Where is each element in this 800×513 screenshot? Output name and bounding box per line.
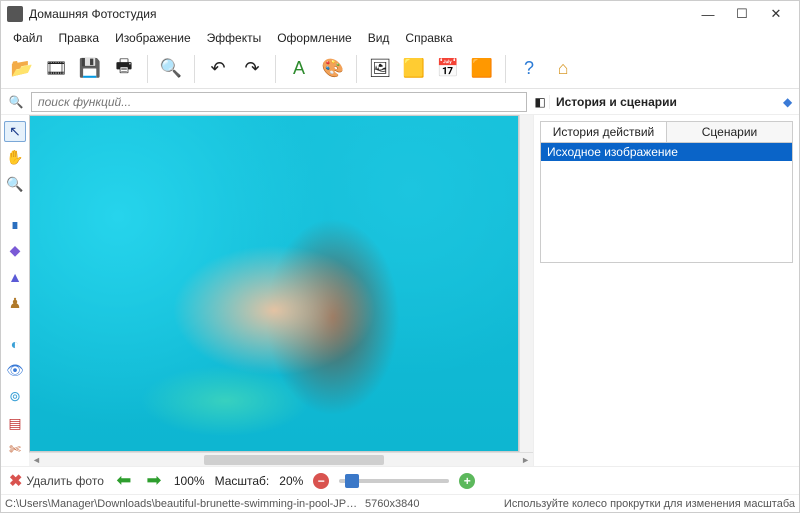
menu-файл[interactable]: Файл [7,29,49,47]
text-icon[interactable]: A [284,54,314,84]
image-tool-icon[interactable]: 🖼 [365,54,395,84]
palette-icon[interactable]: 🎨 [318,54,348,84]
tab-scenarios[interactable]: Сценарии [667,122,792,142]
open-icon[interactable]: 📂 [7,54,37,84]
titlebar: Домашняя Фотостудия — ☐ ✕ [1,1,799,27]
menu-изображение[interactable]: Изображение [109,29,197,47]
menu-справка[interactable]: Справка [399,29,458,47]
panel-toggle-icon[interactable]: ◧ [531,95,549,109]
menubar: ФайлПравкаИзображениеЭффектыОформление Ви… [1,27,799,49]
menu-оформление[interactable]: Оформление [271,29,357,47]
effects-wheel-icon[interactable]: 🎞 [41,54,71,84]
calendar-icon[interactable]: 📅 [433,54,463,84]
delete-photo-label: Удалить фото [26,474,103,488]
search-input[interactable] [31,92,527,112]
toolbar-separator [275,55,276,83]
history-panel: История действийСценарии Исходное изобра… [533,115,799,466]
history-list[interactable]: Исходное изображение [540,143,793,263]
search-page-icon[interactable]: 🔍 [156,54,186,84]
delete-icon: ✖ [9,471,22,491]
frame-icon[interactable]: 🟨 [399,54,429,84]
menu-правка[interactable]: Правка [53,29,106,47]
save-icon[interactable]: 💾 [75,54,105,84]
undo-icon[interactable]: ↶ [203,54,233,84]
levels-icon[interactable]: ▤ [4,413,26,434]
bottom-bar: ✖ Удалить фото ⬅ ➡ 100% Масштаб: 20% − + [1,466,799,494]
next-arrow-button[interactable]: ➡ [144,472,164,490]
pointer-icon[interactable]: ↖ [4,121,26,142]
history-panel-title: История и сценарии [549,95,783,109]
status-path: C:\Users\Manager\Downloads\beautiful-bru… [5,498,365,510]
collage-icon[interactable]: 🟧 [467,54,497,84]
crop-icon[interactable]: ✄ [4,439,26,460]
prev-arrow-button[interactable]: ⬅ [114,472,134,490]
delete-photo-button[interactable]: ✖ Удалить фото [9,471,104,491]
horizontal-scrollbar[interactable] [29,452,533,466]
left-toolbox: ↖ ✋ 🔍 ∎ ◆ ▲ ♟ ◐ 👁 ⊚ ▤ ✄ [1,115,29,466]
drop-icon[interactable]: ◆ [4,240,26,261]
ellipse-icon[interactable]: ◐ [4,333,26,354]
zoom-out-button[interactable]: − [313,473,329,489]
scale-label: Масштаб: [215,474,270,488]
status-hint: Используйте колесо прокрутки для изменен… [485,498,795,510]
maximize-button[interactable]: ☐ [725,3,759,25]
toolbar-separator [356,55,357,83]
close-button[interactable]: ✕ [759,3,793,25]
eye-icon[interactable]: 👁 [4,360,26,381]
brush-icon[interactable]: ∎ [4,214,26,235]
menu-вид[interactable]: Вид [362,29,396,47]
panel-pin-icon[interactable]: ◆ [783,95,799,109]
app-icon [7,6,23,22]
photo-image [30,116,518,451]
home-icon[interactable]: ⌂ [548,54,578,84]
zoom-icon[interactable]: 🔍 [4,174,26,195]
help-icon[interactable]: ? [514,54,544,84]
status-dimensions: 5760x3840 [365,498,485,510]
tab-history[interactable]: История действий [541,122,667,142]
minimize-button[interactable]: — [691,3,725,25]
hand-icon[interactable]: ✋ [4,148,26,169]
window-title: Домашняя Фотостудия [29,7,691,21]
search-icon[interactable]: 🔍 [5,91,27,113]
stamp-icon[interactable]: ♟ [4,294,26,315]
zoom-slider-knob[interactable] [345,474,359,488]
toolbar-separator [194,55,195,83]
toolbar-separator [505,55,506,83]
zoom-slider[interactable] [339,479,449,483]
circle-icon[interactable]: ⊚ [4,386,26,407]
fit-percent-label[interactable]: 100% [174,474,205,488]
toolbar-separator [147,55,148,83]
shape-icon[interactable]: ▲ [4,267,26,288]
print-icon[interactable]: 🖶 [109,54,139,84]
scroll-thumb[interactable] [204,455,384,465]
main-toolbar: 📂🎞💾🖶 🔍 ↶↷ A🎨 🖼🟨📅🟧?⌂ [1,49,799,89]
redo-icon[interactable]: ↷ [237,54,267,84]
menu-эффекты[interactable]: Эффекты [201,29,268,47]
vertical-scrollbar[interactable] [519,115,533,452]
history-item[interactable]: Исходное изображение [541,143,792,161]
status-bar: C:\Users\Manager\Downloads\beautiful-bru… [1,494,799,512]
canvas[interactable] [29,115,519,452]
zoom-in-button[interactable]: + [459,473,475,489]
scale-value: 20% [279,474,303,488]
